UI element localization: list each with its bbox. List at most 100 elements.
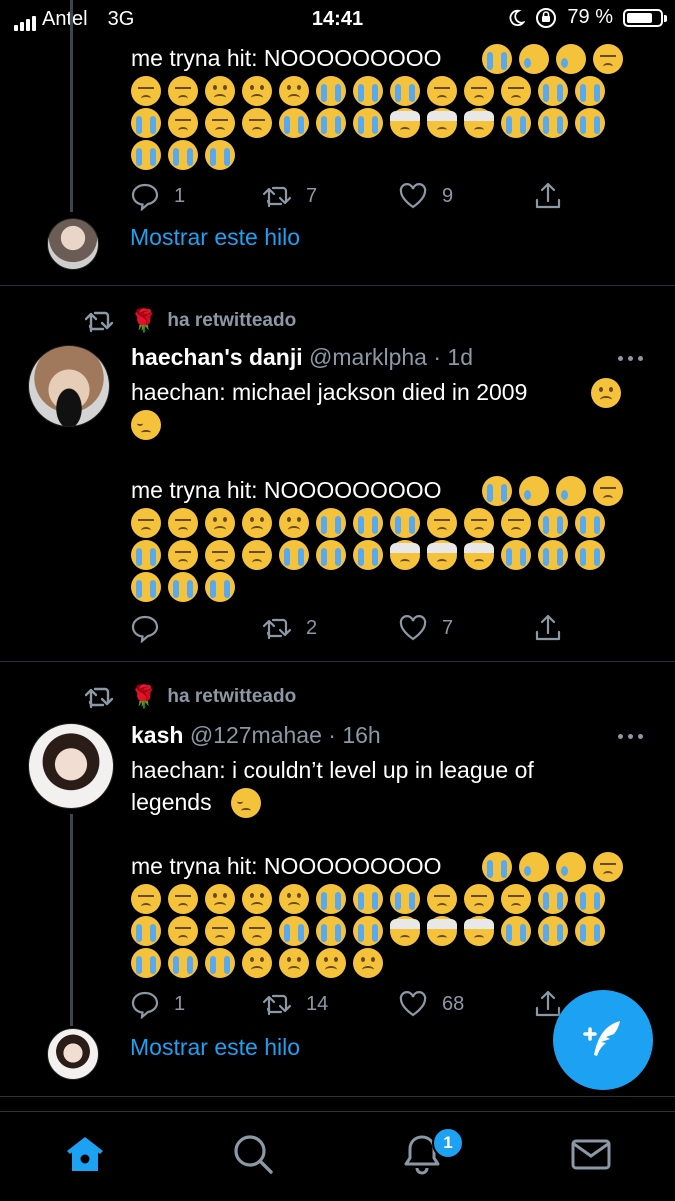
home-icon — [67, 1137, 103, 1171]
divider — [0, 285, 675, 286]
tweet-header: kash @127mahae · 16h — [131, 722, 381, 749]
frown-emoji-icon — [242, 884, 272, 914]
dis-emoji-icon — [168, 508, 198, 538]
retweet-icon — [262, 618, 292, 640]
dis-emoji-icon — [501, 884, 531, 914]
like-button[interactable]: 7 — [398, 613, 453, 643]
dis-emoji-icon — [242, 540, 272, 570]
reply-count: 1 — [174, 184, 186, 207]
heart-icon — [399, 183, 427, 209]
dis-emoji-icon — [205, 916, 235, 946]
more-icon — [618, 734, 623, 739]
moon-icon — [509, 9, 526, 26]
reply-button[interactable]: 1 — [130, 181, 185, 211]
display-name[interactable]: haechan's danji — [131, 344, 303, 370]
dis-emoji-icon — [168, 76, 198, 106]
sob-emoji-icon — [316, 540, 346, 570]
reply-count: 1 — [174, 992, 186, 1015]
avatar[interactable] — [47, 218, 99, 270]
sob-emoji-icon — [168, 140, 198, 170]
frown-emoji-icon — [205, 76, 235, 106]
sob-emoji-icon — [279, 540, 309, 570]
reply-icon — [131, 183, 159, 211]
notifications-badge: 1 — [432, 1127, 464, 1159]
sob-emoji-icon — [390, 508, 420, 538]
show-thread-link[interactable]: Mostrar este hilo — [130, 224, 300, 251]
sob-emoji-icon — [131, 948, 161, 978]
retweet-icon — [84, 687, 114, 709]
sob-emoji-icon — [316, 76, 346, 106]
retweet-count: 2 — [306, 616, 318, 639]
sob-emoji-icon — [353, 108, 383, 138]
like-count: 7 — [442, 616, 454, 639]
reply-button[interactable] — [130, 613, 174, 643]
sob-emoji-icon — [538, 916, 568, 946]
band-emoji-icon — [464, 540, 494, 570]
rose-emoji: 🌹 — [130, 684, 158, 709]
reply-icon — [131, 615, 159, 643]
sob-emoji-icon — [168, 948, 198, 978]
search-icon — [234, 1135, 273, 1174]
like-button[interactable]: 9 — [398, 181, 453, 211]
avatar[interactable] — [28, 723, 114, 809]
band-emoji-icon — [464, 916, 494, 946]
share-icon — [535, 182, 561, 209]
sob-emoji-icon — [131, 916, 161, 946]
sob-emoji-icon — [538, 108, 568, 138]
retweet-icon — [262, 186, 292, 208]
avatar[interactable] — [28, 345, 110, 427]
sob-emoji-icon — [353, 540, 383, 570]
band-emoji-icon — [427, 916, 457, 946]
cry-emoji-icon — [556, 852, 586, 882]
sob-emoji-icon — [353, 884, 383, 914]
sob-emoji-icon — [205, 948, 235, 978]
frown-emoji-icon — [316, 948, 346, 978]
status-right: 79 % — [507, 6, 667, 29]
reply-button[interactable]: 1 — [130, 989, 185, 1019]
tab-search[interactable] — [231, 1132, 275, 1176]
status-bar: Antel 3G 14:41 79 % — [0, 0, 675, 38]
compose-tweet-button[interactable] — [553, 990, 653, 1090]
tweet-time: · 16h — [328, 722, 381, 748]
dis-emoji-icon — [242, 916, 272, 946]
band-emoji-icon — [390, 108, 420, 138]
rose-emoji: 🌹 — [130, 308, 158, 333]
envelope-icon — [571, 1139, 611, 1170]
more-options-button[interactable] — [618, 734, 643, 739]
display-name[interactable]: kash — [131, 722, 183, 748]
dis-emoji-icon — [205, 540, 235, 570]
sob-emoji-icon — [575, 884, 605, 914]
share-button[interactable] — [533, 613, 563, 643]
avatar[interactable] — [47, 1028, 99, 1080]
tweet-header: haechan's danji @marklpha · 1d — [131, 344, 473, 371]
sob-emoji-icon — [205, 572, 235, 602]
retweet-button[interactable]: 14 — [262, 989, 328, 1019]
thread-line — [70, 0, 73, 212]
frown-emoji-icon — [279, 76, 309, 106]
more-options-button[interactable] — [618, 356, 643, 361]
sob-emoji-icon — [390, 884, 420, 914]
sob-emoji-icon — [575, 540, 605, 570]
share-button[interactable] — [533, 181, 563, 211]
frown-emoji-icon — [279, 508, 309, 538]
sob-emoji-icon — [501, 108, 531, 138]
cry-emoji-icon — [519, 476, 549, 506]
retweet-button[interactable]: 7 — [262, 181, 317, 211]
emoji-row — [591, 378, 641, 410]
sob-emoji-icon — [575, 76, 605, 106]
emoji-grid — [131, 884, 641, 980]
retweet-button[interactable]: 2 — [262, 613, 317, 643]
dis-emoji-icon — [168, 884, 198, 914]
orientation-lock-icon — [536, 7, 557, 28]
sob-emoji-icon — [316, 108, 346, 138]
user-handle[interactable]: @marklpha — [309, 344, 427, 370]
tab-messages[interactable] — [569, 1132, 613, 1176]
user-handle[interactable]: @127mahae — [190, 722, 322, 748]
sob-emoji-icon — [482, 476, 512, 506]
tweet-actions: 1 14 68 — [130, 989, 580, 1025]
tab-home[interactable] — [63, 1132, 107, 1176]
frown-emoji-icon — [205, 884, 235, 914]
dis-emoji-icon — [205, 108, 235, 138]
show-thread-link[interactable]: Mostrar este hilo — [130, 1034, 300, 1061]
like-button[interactable]: 68 — [398, 989, 464, 1019]
